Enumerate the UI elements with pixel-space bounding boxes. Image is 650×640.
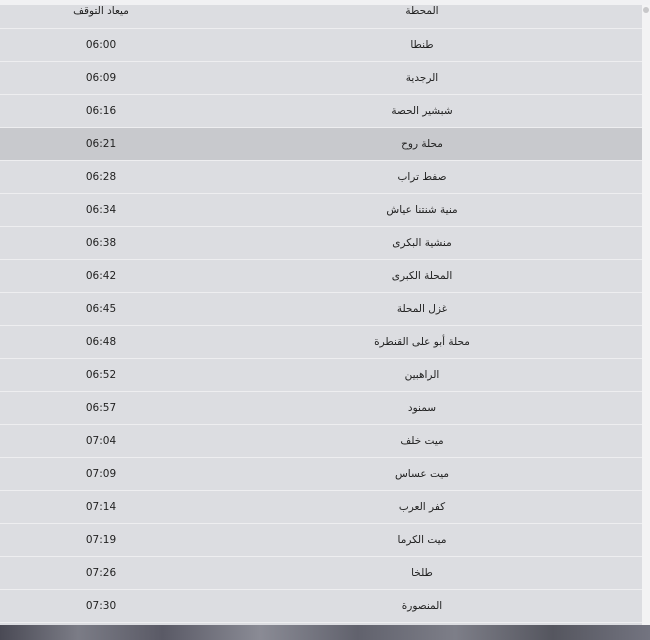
vertical-scrollbar[interactable] [642, 5, 650, 625]
station-cell: ميت عساس [202, 457, 642, 491]
stop-time-cell: 07:19 [0, 523, 202, 557]
footer-background-strip [0, 625, 650, 640]
stop-time-cell: 06:38 [0, 226, 202, 260]
stop-time-cell: 06:57 [0, 391, 202, 425]
stop-time-cell: 06:45 [0, 292, 202, 326]
stop-time-cell: 06:16 [0, 94, 202, 128]
station-cell: الرجدية [202, 61, 642, 95]
station-cell: ميت الكرما [202, 523, 642, 557]
stop-time-cell: 07:14 [0, 490, 202, 524]
schedule-panel: المحطة ميعاد التوقف طنطا 06:00 الرجدية 06:0… [0, 5, 642, 625]
table-row[interactable]: المنصورة 07:30 [0, 589, 642, 623]
table-row[interactable]: الراهبين 06:52 [0, 358, 642, 392]
table-row[interactable]: محلة روح 06:21 [0, 127, 642, 161]
station-cell: الراهبين [202, 358, 642, 392]
station-cell: محلة أبو على القنطرة [202, 325, 642, 359]
station-cell: منية شنتنا عياش [202, 193, 642, 227]
station-cell: طنطا [202, 28, 642, 62]
table-row[interactable]: منية شنتنا عياش 06:34 [0, 193, 642, 227]
table-row[interactable]: سمنود 06:57 [0, 391, 642, 425]
stop-time-cell: 06:21 [0, 127, 202, 161]
station-cell: صفط تراب [202, 160, 642, 194]
header-station: المحطة [202, 5, 642, 29]
station-cell: سمنود [202, 391, 642, 425]
table-row[interactable]: شبشير الحصة 06:16 [0, 94, 642, 128]
stop-time-cell: 07:26 [0, 556, 202, 590]
table-row[interactable]: طلخا 07:26 [0, 556, 642, 590]
station-cell: المحلة الكبرى [202, 259, 642, 293]
table-row[interactable]: صفط تراب 06:28 [0, 160, 642, 194]
table-header-row: المحطة ميعاد التوقف [0, 5, 642, 29]
scrollbar-thumb[interactable] [643, 7, 649, 13]
station-cell: غزل المحلة [202, 292, 642, 326]
table-row[interactable]: ميت خلف 07:04 [0, 424, 642, 458]
stop-time-cell: 06:00 [0, 28, 202, 62]
stop-time-cell: 06:28 [0, 160, 202, 194]
station-cell: منشية البكرى [202, 226, 642, 260]
station-cell: ميت خلف [202, 424, 642, 458]
table-row[interactable]: محلة أبو على القنطرة 06:48 [0, 325, 642, 359]
stop-time-cell: 07:09 [0, 457, 202, 491]
table-row[interactable]: ميت الكرما 07:19 [0, 523, 642, 557]
table-row[interactable]: كفر العرب 07:14 [0, 490, 642, 524]
station-cell: المنصورة [202, 589, 642, 623]
table-row[interactable]: ميت عساس 07:09 [0, 457, 642, 491]
table-body: طنطا 06:00 الرجدية 06:09 شبشير الحصة 06:16 محل… [0, 28, 642, 623]
stop-time-cell: 06:09 [0, 61, 202, 95]
table-row[interactable]: الرجدية 06:09 [0, 61, 642, 95]
table-row[interactable]: طنطا 06:00 [0, 28, 642, 62]
stop-time-cell: 07:30 [0, 589, 202, 623]
station-cell: كفر العرب [202, 490, 642, 524]
table-row[interactable]: غزل المحلة 06:45 [0, 292, 642, 326]
stop-time-cell: 07:04 [0, 424, 202, 458]
station-cell: شبشير الحصة [202, 94, 642, 128]
schedule-table: المحطة ميعاد التوقف طنطا 06:00 الرجدية 06:0… [0, 5, 642, 623]
stop-time-cell: 06:52 [0, 358, 202, 392]
station-cell: محلة روح [202, 127, 642, 161]
station-cell: طلخا [202, 556, 642, 590]
stop-time-cell: 06:48 [0, 325, 202, 359]
table-row[interactable]: المحلة الكبرى 06:42 [0, 259, 642, 293]
header-stop-time: ميعاد التوقف [0, 5, 202, 29]
stop-time-cell: 06:34 [0, 193, 202, 227]
stop-time-cell: 06:42 [0, 259, 202, 293]
table-row[interactable]: منشية البكرى 06:38 [0, 226, 642, 260]
